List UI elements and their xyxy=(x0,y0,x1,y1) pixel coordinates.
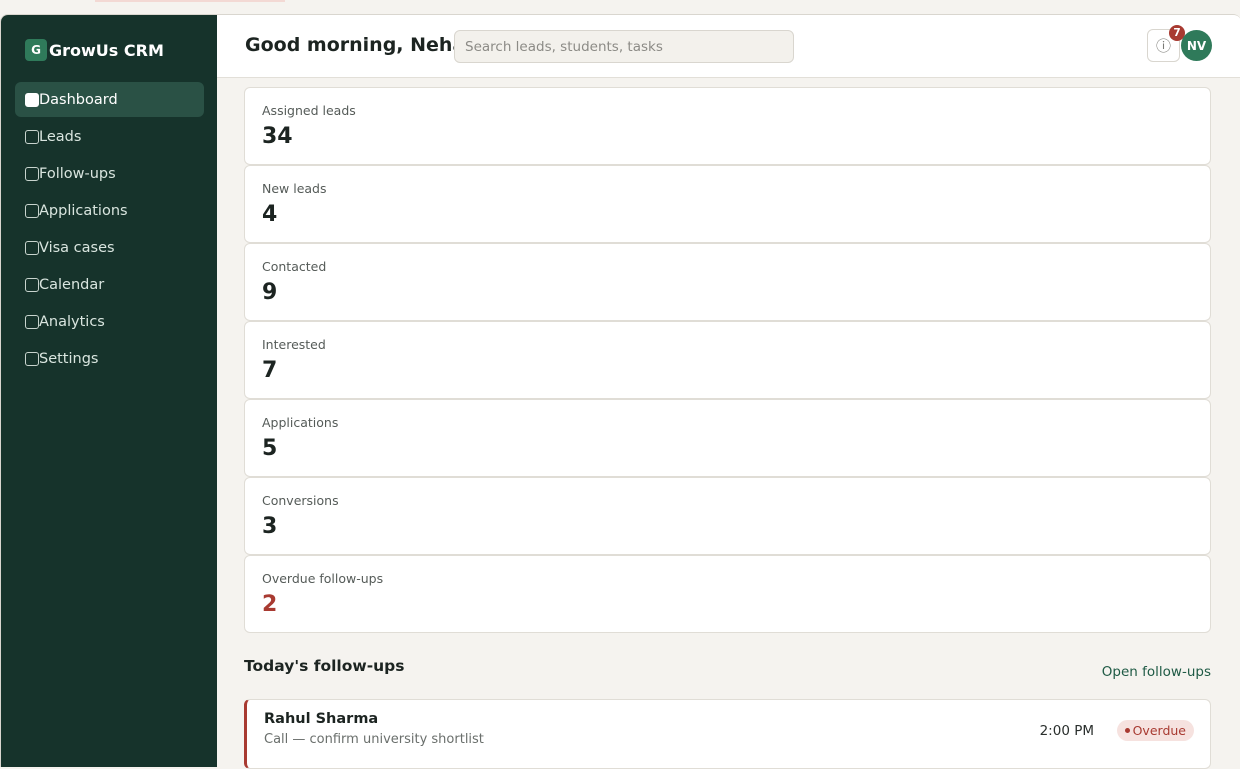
sidebar-item-dashboard[interactable]: Dashboard xyxy=(15,82,204,117)
followup-name: Rahul Sharma xyxy=(264,711,379,727)
open-follow-ups-link[interactable]: Open follow-ups xyxy=(1102,664,1211,680)
stat-card-interested[interactable]: Interested 7 xyxy=(244,321,1211,399)
dashboard-icon xyxy=(25,92,39,107)
stat-value: 7 xyxy=(262,358,278,383)
stat-card-overdue-follow-ups[interactable]: Overdue follow-ups 2 xyxy=(244,555,1211,633)
follow-ups-icon xyxy=(25,166,39,181)
sidebar-item-label: Visa cases xyxy=(39,239,115,256)
followup-time: 2:00 PM xyxy=(1039,723,1094,739)
sidebar-item-calendar[interactable]: Calendar xyxy=(15,267,204,302)
stat-card-contacted[interactable]: Contacted 9 xyxy=(244,243,1211,321)
sidebar-item-label: Analytics xyxy=(39,313,105,330)
sidebar-item-label: Settings xyxy=(39,350,99,367)
sidebar-item-leads[interactable]: Leads xyxy=(15,119,204,154)
stat-card-new-leads[interactable]: New leads 4 xyxy=(244,165,1211,243)
stat-card-conversions[interactable]: Conversions 3 xyxy=(244,477,1211,555)
sidebar-item-label: Leads xyxy=(39,128,82,145)
status-label: Overdue xyxy=(1132,723,1186,738)
selection-marker xyxy=(95,0,285,2)
stat-label: Interested xyxy=(262,337,326,352)
stat-value: 2 xyxy=(262,592,278,617)
stat-label: Conversions xyxy=(262,493,339,508)
stat-label: Overdue follow-ups xyxy=(262,571,384,586)
stats-list: Assigned leads 34 New leads 4 Contacted 9 I… xyxy=(244,87,1211,633)
sidebar-item-label: Applications xyxy=(39,202,128,219)
stat-value: 34 xyxy=(262,124,293,149)
settings-icon xyxy=(25,351,39,366)
sidebar-item-visa-cases[interactable]: Visa cases xyxy=(15,230,204,265)
applications-icon xyxy=(25,203,39,218)
sidebar-item-label: Follow-ups xyxy=(39,165,116,182)
brand-name: GrowUs CRM xyxy=(49,40,164,60)
stat-label: Contacted xyxy=(262,259,327,274)
analytics-icon xyxy=(25,314,39,329)
brand[interactable]: G GrowUs CRM xyxy=(25,39,164,61)
search-input[interactable] xyxy=(454,30,794,63)
stat-card-applications[interactable]: Applications 5 xyxy=(244,399,1211,477)
status-dot-icon xyxy=(1124,728,1130,733)
section-title: Today's follow-ups xyxy=(244,657,405,675)
sidebar-nav: Dashboard Leads Follow-ups Applications … xyxy=(15,82,204,378)
visa-cases-icon xyxy=(25,240,39,255)
brand-logo-icon: G xyxy=(25,39,47,61)
list-item[interactable]: Rahul Sharma Call — confirm university s… xyxy=(244,699,1211,769)
followups-header: Today's follow-ups Open follow-ups xyxy=(244,657,1211,681)
avatar[interactable]: NV xyxy=(1181,30,1212,61)
sidebar-item-settings[interactable]: Settings xyxy=(15,341,204,376)
sidebar: G GrowUs CRM Dashboard Leads Follow-ups … xyxy=(1,15,217,767)
sidebar-item-label: Calendar xyxy=(39,276,105,293)
sidebar-item-follow-ups[interactable]: Follow-ups xyxy=(15,156,204,191)
stat-value: 5 xyxy=(262,436,278,461)
leads-icon xyxy=(25,129,39,144)
sidebar-item-analytics[interactable]: Analytics xyxy=(15,304,204,339)
stat-value: 4 xyxy=(262,202,278,227)
sidebar-item-applications[interactable]: Applications xyxy=(15,193,204,228)
calendar-icon xyxy=(25,277,39,292)
stat-label: New leads xyxy=(262,181,327,196)
browser-top-strip xyxy=(0,0,1240,14)
stat-label: Applications xyxy=(262,415,339,430)
stat-value: 9 xyxy=(262,280,278,305)
stat-value: 3 xyxy=(262,514,278,539)
top-header: Good morning, Neha ⓘ 7 NV xyxy=(217,15,1240,78)
page-title: Good morning, Neha xyxy=(245,34,466,56)
stat-label: Assigned leads xyxy=(262,103,356,118)
sidebar-item-label: Dashboard xyxy=(39,91,118,108)
status-badge: Overdue xyxy=(1116,720,1194,741)
stat-card-assigned-leads[interactable]: Assigned leads 34 xyxy=(244,87,1211,165)
followup-task: Call — confirm university shortlist xyxy=(264,732,484,747)
